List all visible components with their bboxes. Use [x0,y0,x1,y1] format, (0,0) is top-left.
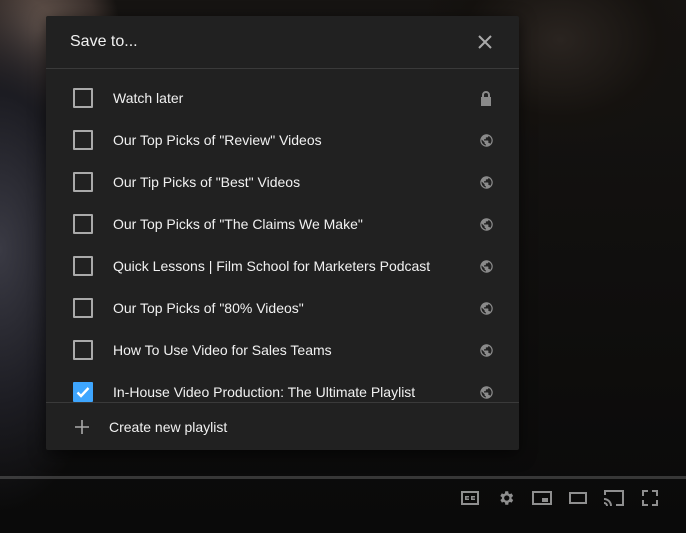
dialog-header: Save to... [46,16,519,69]
create-new-playlist-label: Create new playlist [109,418,228,435]
captions-icon[interactable] [452,484,488,512]
video-progress-bar[interactable] [0,476,686,479]
create-new-playlist-button[interactable]: Create new playlist [46,402,519,450]
lock-icon [477,89,495,107]
playlist-item[interactable]: Our Top Picks of "The Claims We Make" [46,203,519,245]
playlist-item-label: How To Use Video for Sales Teams [113,342,332,358]
playlist-list: Watch later Our Top Picks of "Review" Vid… [46,69,519,402]
playlist-item[interactable]: In-House Video Production: The Ultimate … [46,371,519,402]
globe-icon [477,131,495,149]
globe-icon [477,173,495,191]
checkbox[interactable] [73,130,93,150]
globe-icon [477,299,495,317]
checkbox[interactable] [73,88,93,108]
checkbox[interactable] [73,172,93,192]
globe-icon [477,215,495,233]
checkbox[interactable] [73,214,93,234]
playlist-item-label: Our Tip Picks of "Best" Videos [113,174,301,190]
playlist-item-label: Our Top Picks of "The Claims We Make" [113,216,363,232]
theater-mode-icon[interactable] [560,484,596,512]
plus-icon [73,418,91,436]
playlist-item-label: In-House Video Production: The Ultimate … [113,384,416,400]
save-to-playlist-dialog: Save to... Watch later Our Top Picks of "… [46,16,519,450]
dialog-title: Save to... [70,33,138,50]
globe-icon [477,257,495,275]
playlist-item-label: Quick Lessons | Film School for Marketer… [113,258,431,274]
checkbox[interactable] [73,298,93,318]
playlist-item[interactable]: Our Tip Picks of "Best" Videos [46,161,519,203]
playlist-item-label: Our Top Picks of "Review" Videos [113,132,322,148]
cast-icon[interactable] [596,484,632,512]
playlist-item-label: Our Top Picks of "80% Videos" [113,300,304,316]
checkbox[interactable] [73,256,93,276]
playlist-item[interactable]: Quick Lessons | Film School for Marketer… [46,245,519,287]
player-controls [452,484,668,512]
playlist-item[interactable]: How To Use Video for Sales Teams [46,329,519,371]
globe-icon [477,341,495,359]
fullscreen-icon[interactable] [632,484,668,512]
playlist-item[interactable]: Our Top Picks of "Review" Videos [46,119,519,161]
close-icon[interactable] [473,30,497,54]
settings-gear-icon[interactable] [488,484,524,512]
playlist-item-label: Watch later [113,90,184,106]
playlist-item[interactable]: Watch later [46,77,519,119]
miniplayer-icon[interactable] [524,484,560,512]
globe-icon [477,383,495,401]
checkbox[interactable] [73,340,93,360]
playlist-item[interactable]: Our Top Picks of "80% Videos" [46,287,519,329]
checkbox-checked[interactable] [73,382,93,402]
